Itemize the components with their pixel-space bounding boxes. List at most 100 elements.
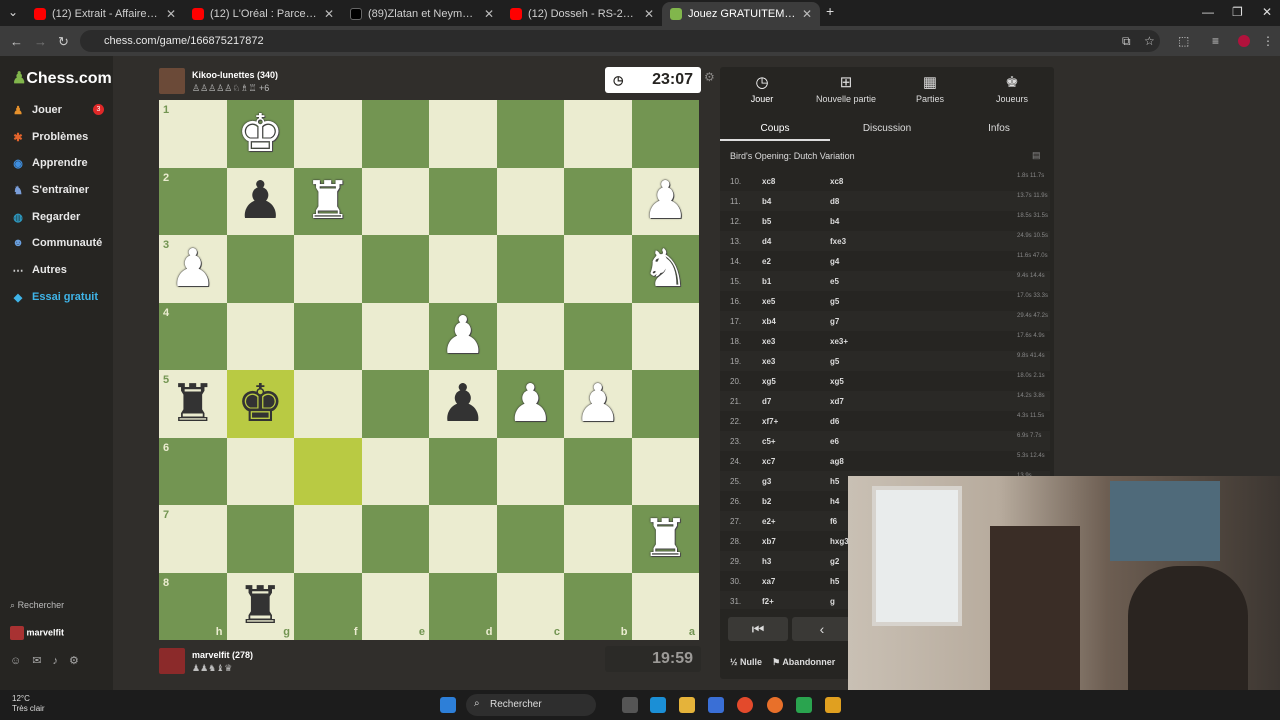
board-square[interactable]: ♟ bbox=[631, 167, 699, 235]
close-icon[interactable]: ✕ bbox=[802, 7, 812, 21]
sidebar-search[interactable]: ⌕ Rechercher bbox=[10, 600, 64, 611]
board-square[interactable] bbox=[496, 505, 564, 573]
media-icon[interactable]: ≡ bbox=[1212, 34, 1219, 48]
black-piece[interactable]: ♟ bbox=[429, 370, 497, 438]
black-move[interactable]: e5 bbox=[830, 277, 839, 286]
move-row[interactable]: 21. d7 xd7 14.2s 3.8s bbox=[720, 391, 1050, 411]
tab-parties[interactable]: ▦ Parties bbox=[888, 73, 972, 104]
sidebar-item-regarder[interactable]: ◍ Regarder bbox=[12, 207, 80, 227]
forward-icon[interactable]: → bbox=[34, 34, 47, 49]
black-move[interactable]: b4 bbox=[830, 217, 839, 226]
bell-icon[interactable]: ♪ bbox=[52, 655, 69, 667]
subtab-infos[interactable]: Infos bbox=[944, 119, 1054, 141]
white-move[interactable]: b5 bbox=[762, 217, 771, 226]
move-row[interactable]: 12. b5 b4 18.5s 31.5s bbox=[720, 211, 1050, 231]
black-move[interactable]: g5 bbox=[830, 297, 839, 306]
white-piece[interactable]: ♟ bbox=[159, 235, 227, 303]
white-move[interactable]: xc7 bbox=[762, 457, 775, 466]
browser-tab-5[interactable]: Jouez GRATUITEMENT aux éche ✕ bbox=[662, 2, 820, 26]
sidebar-item-sentrainer[interactable]: ♞ S'entraîner bbox=[12, 180, 89, 200]
url-field[interactable]: chess.com/game/166875217872 bbox=[80, 30, 1160, 52]
board-square[interactable]: ♟ bbox=[226, 167, 294, 235]
board-square[interactable] bbox=[429, 505, 497, 573]
white-piece[interactable]: ♟ bbox=[564, 370, 632, 438]
move-row[interactable]: 16. xe5 g5 17.0s 33.3s bbox=[720, 291, 1050, 311]
white-move[interactable]: d7 bbox=[762, 397, 771, 406]
board-square[interactable] bbox=[361, 370, 429, 438]
player-name[interactable]: Kikoo-lunettes (340) bbox=[192, 70, 278, 80]
book-icon[interactable]: ▤ bbox=[1032, 150, 1041, 161]
sidebar-item-autres[interactable]: ⋯ Autres bbox=[12, 260, 67, 280]
black-move[interactable]: h5 bbox=[830, 477, 839, 486]
white-move[interactable]: xf7+ bbox=[762, 417, 778, 426]
resign-button[interactable]: ⚑ Abandonner bbox=[772, 657, 835, 667]
edge-icon[interactable] bbox=[650, 697, 666, 713]
menu-icon[interactable]: ⋮ bbox=[1262, 34, 1274, 48]
board-square[interactable] bbox=[361, 437, 429, 505]
board-square[interactable]: c bbox=[496, 572, 564, 640]
board-square[interactable] bbox=[631, 100, 699, 168]
first-move-button[interactable]: ⏮ bbox=[728, 617, 788, 641]
black-move[interactable]: e6 bbox=[830, 437, 839, 446]
explorer-icon[interactable] bbox=[679, 697, 695, 713]
white-move[interactable]: xb4 bbox=[762, 317, 776, 326]
move-row[interactable]: 24. xc7 ag8 5.3s 12.4s bbox=[720, 451, 1050, 471]
windows-start-icon[interactable] bbox=[440, 697, 456, 713]
black-move[interactable]: xd7 bbox=[830, 397, 844, 406]
white-move[interactable]: xb7 bbox=[762, 537, 776, 546]
board-square[interactable]: ♚ bbox=[226, 370, 295, 438]
white-move[interactable]: e2+ bbox=[762, 517, 776, 526]
board-square[interactable] bbox=[496, 235, 564, 303]
chrome-icon[interactable] bbox=[737, 697, 753, 713]
board-square[interactable]: 6 bbox=[159, 437, 227, 505]
board-square[interactable] bbox=[294, 370, 362, 438]
board-square[interactable]: g ♜ bbox=[226, 572, 294, 640]
close-icon[interactable]: ✕ bbox=[484, 7, 494, 21]
board-square[interactable] bbox=[429, 235, 497, 303]
app-icon[interactable] bbox=[796, 697, 812, 713]
white-piece[interactable]: ♚ bbox=[227, 100, 295, 168]
browser-tab-3[interactable]: (89)Zlatan et Neymar au PSG ? ✕ bbox=[342, 2, 502, 26]
board-square[interactable] bbox=[294, 505, 362, 573]
black-piece[interactable]: ♚ bbox=[227, 370, 295, 438]
black-move[interactable]: g bbox=[830, 597, 835, 606]
reload-icon[interactable]: ↻ bbox=[58, 34, 69, 50]
board-square[interactable] bbox=[226, 302, 294, 370]
mail-icon[interactable]: ✉ bbox=[32, 655, 52, 667]
board-square[interactable] bbox=[564, 437, 632, 505]
black-move[interactable]: xe3+ bbox=[830, 337, 848, 346]
white-piece[interactable]: ♜ bbox=[632, 505, 700, 573]
board-square[interactable] bbox=[496, 302, 564, 370]
black-piece[interactable]: ♜ bbox=[159, 370, 227, 438]
new-tab-button[interactable]: + bbox=[826, 3, 834, 19]
board-square[interactable]: ♜ bbox=[294, 167, 362, 235]
black-move[interactable]: g5 bbox=[830, 357, 839, 366]
store-icon[interactable] bbox=[708, 697, 724, 713]
black-move[interactable]: g4 bbox=[830, 257, 839, 266]
board-square[interactable] bbox=[564, 167, 632, 235]
sidebar-item-jouer[interactable]: ♟ Jouer bbox=[12, 100, 62, 120]
board-square[interactable] bbox=[564, 302, 632, 370]
board-square[interactable] bbox=[226, 235, 294, 303]
taskbar-search[interactable]: ⌕ Rechercher bbox=[466, 694, 596, 716]
board-square[interactable] bbox=[294, 437, 362, 505]
white-move[interactable]: b2 bbox=[762, 497, 771, 506]
sidebar-item-communaute[interactable]: ☻ Communauté bbox=[12, 233, 102, 253]
chess-logo[interactable]: ♟Chess.com bbox=[12, 68, 112, 88]
black-move[interactable]: ag8 bbox=[830, 457, 844, 466]
board-square[interactable] bbox=[361, 167, 429, 235]
tab-search-icon[interactable]: ⌄ bbox=[8, 5, 18, 19]
board-square[interactable] bbox=[496, 100, 564, 168]
board-square[interactable] bbox=[496, 437, 564, 505]
white-move[interactable]: g3 bbox=[762, 477, 771, 486]
profile-avatar[interactable] bbox=[1238, 35, 1250, 47]
black-move[interactable]: xg5 bbox=[830, 377, 844, 386]
board-square[interactable] bbox=[226, 505, 294, 573]
settings-gear-icon[interactable]: ⚙ bbox=[704, 70, 715, 84]
close-icon[interactable]: ✕ bbox=[324, 7, 334, 21]
chess-board[interactable]: 1 ♚ 2 ♟ ♜ ♟ 3 ♟ ♞ 4 ♟ 5 ♜ ♚ ♟ ♟ ♟ 6 7 ♜ 8 h g ♜ f e d c b a bbox=[159, 100, 699, 640]
tab-nouvelle-partie[interactable]: ⊞ Nouvelle partie bbox=[804, 73, 888, 104]
board-square[interactable]: ♟ bbox=[564, 370, 632, 438]
black-move[interactable]: xc8 bbox=[830, 177, 843, 186]
board-square[interactable]: 5 ♜ bbox=[159, 370, 227, 438]
